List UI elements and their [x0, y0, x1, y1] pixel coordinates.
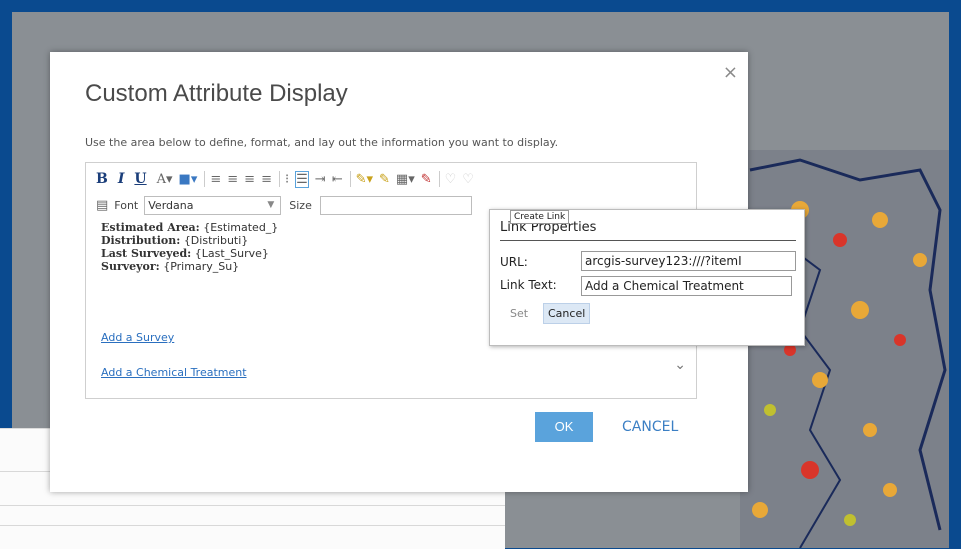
chevron-down-icon: ▼ [267, 199, 275, 210]
align-right-icon[interactable]: ≡ [244, 172, 255, 187]
formatting-toolbar: B I U A▾ ■▾ ≡ ≡ ≡ ≡ ⁝ ☰ ⇥ ⇤ ✎▾ ✎ ▦▾ ✎ ♡ … [96, 169, 480, 189]
underline-button[interactable]: U [134, 171, 146, 187]
bulleted-list-icon[interactable]: ☰ [295, 170, 309, 188]
size-label: Size [289, 198, 312, 212]
insert-image-icon[interactable]: ✎ [379, 172, 390, 187]
field-label: Estimated Area: [101, 221, 200, 234]
font-toolbar: ▤ Font Verdana ▼ Size [96, 195, 472, 215]
font-color-icon[interactable]: A▾ [157, 172, 173, 187]
editor-content: Estimated Area: {Estimated_} Distributio… [101, 221, 278, 273]
dialog-description: Use the area below to define, format, an… [85, 136, 559, 149]
popup-cancel-button[interactable]: Cancel [543, 303, 591, 324]
field-label: Surveyor: [101, 260, 160, 273]
field-token: {Last_Surve} [194, 247, 269, 260]
dialog-title: Custom Attribute Display [85, 80, 348, 107]
font-value: Verdana [148, 198, 194, 212]
content-line: Estimated Area: {Estimated_} [101, 221, 278, 234]
align-left-icon[interactable]: ≡ [210, 172, 221, 187]
add-chemical-treatment-link[interactable]: Add a Chemical Treatment [101, 366, 247, 379]
numbered-list-icon[interactable]: ⁝ [285, 172, 289, 187]
toolbar-divider [349, 171, 351, 187]
url-input[interactable]: arcgis-survey123:///?itemI [581, 251, 796, 271]
cancel-button[interactable]: CANCEL [622, 412, 678, 442]
toolbar-divider [204, 171, 206, 187]
add-survey-link[interactable]: Add a Survey [101, 331, 174, 344]
paste-icon[interactable]: ▤ [96, 198, 108, 213]
content-line: Last Surveyed: {Last_Surve} [101, 247, 278, 260]
link-text-input[interactable]: Add a Chemical Treatment [581, 276, 792, 296]
ok-button[interactable]: OK [535, 412, 593, 442]
chevron-down-icon[interactable]: ⌄ [674, 357, 686, 373]
italic-button[interactable]: I [118, 171, 125, 187]
unlink-icon[interactable]: ✎ [421, 172, 432, 187]
set-button[interactable]: Set [510, 307, 528, 320]
field-token: {Estimated_} [203, 221, 279, 234]
redo-icon[interactable]: ♡ [462, 172, 474, 187]
divider [500, 240, 796, 241]
field-label: Last Surveyed: [101, 247, 192, 260]
field-token: {Distributi} [183, 234, 249, 247]
undo-icon[interactable]: ♡ [445, 172, 457, 187]
justify-icon[interactable]: ≡ [261, 172, 272, 187]
link-properties-popup: Link Properties URL: arcgis-survey123://… [489, 209, 805, 346]
link-icon[interactable]: ✎▾ [356, 172, 373, 187]
table-icon[interactable]: ▦▾ [396, 172, 415, 187]
indent-icon[interactable]: ⇥ [315, 172, 326, 187]
toolbar-divider [438, 171, 440, 187]
url-label: URL: [500, 255, 528, 269]
align-center-icon[interactable]: ≡ [227, 172, 238, 187]
toolbar-divider [278, 171, 280, 187]
bold-button[interactable]: B [96, 171, 108, 187]
field-token: {Primary_Su} [163, 260, 240, 273]
content-line: Distribution: {Distributi} [101, 234, 278, 247]
font-label: Font [114, 198, 139, 212]
divider [0, 525, 505, 526]
field-label: Distribution: [101, 234, 181, 247]
size-select[interactable] [319, 195, 472, 215]
close-icon[interactable]: × [723, 62, 738, 83]
divider [0, 505, 505, 506]
outdent-icon[interactable]: ⇤ [332, 172, 343, 187]
link-text-label: Link Text: [500, 278, 557, 292]
create-link-tooltip: Create Link [510, 210, 570, 224]
content-line: Surveyor: {Primary_Su} [101, 260, 278, 273]
highlight-color-icon[interactable]: ■▾ [179, 172, 198, 187]
font-select[interactable]: Verdana ▼ [144, 195, 282, 215]
